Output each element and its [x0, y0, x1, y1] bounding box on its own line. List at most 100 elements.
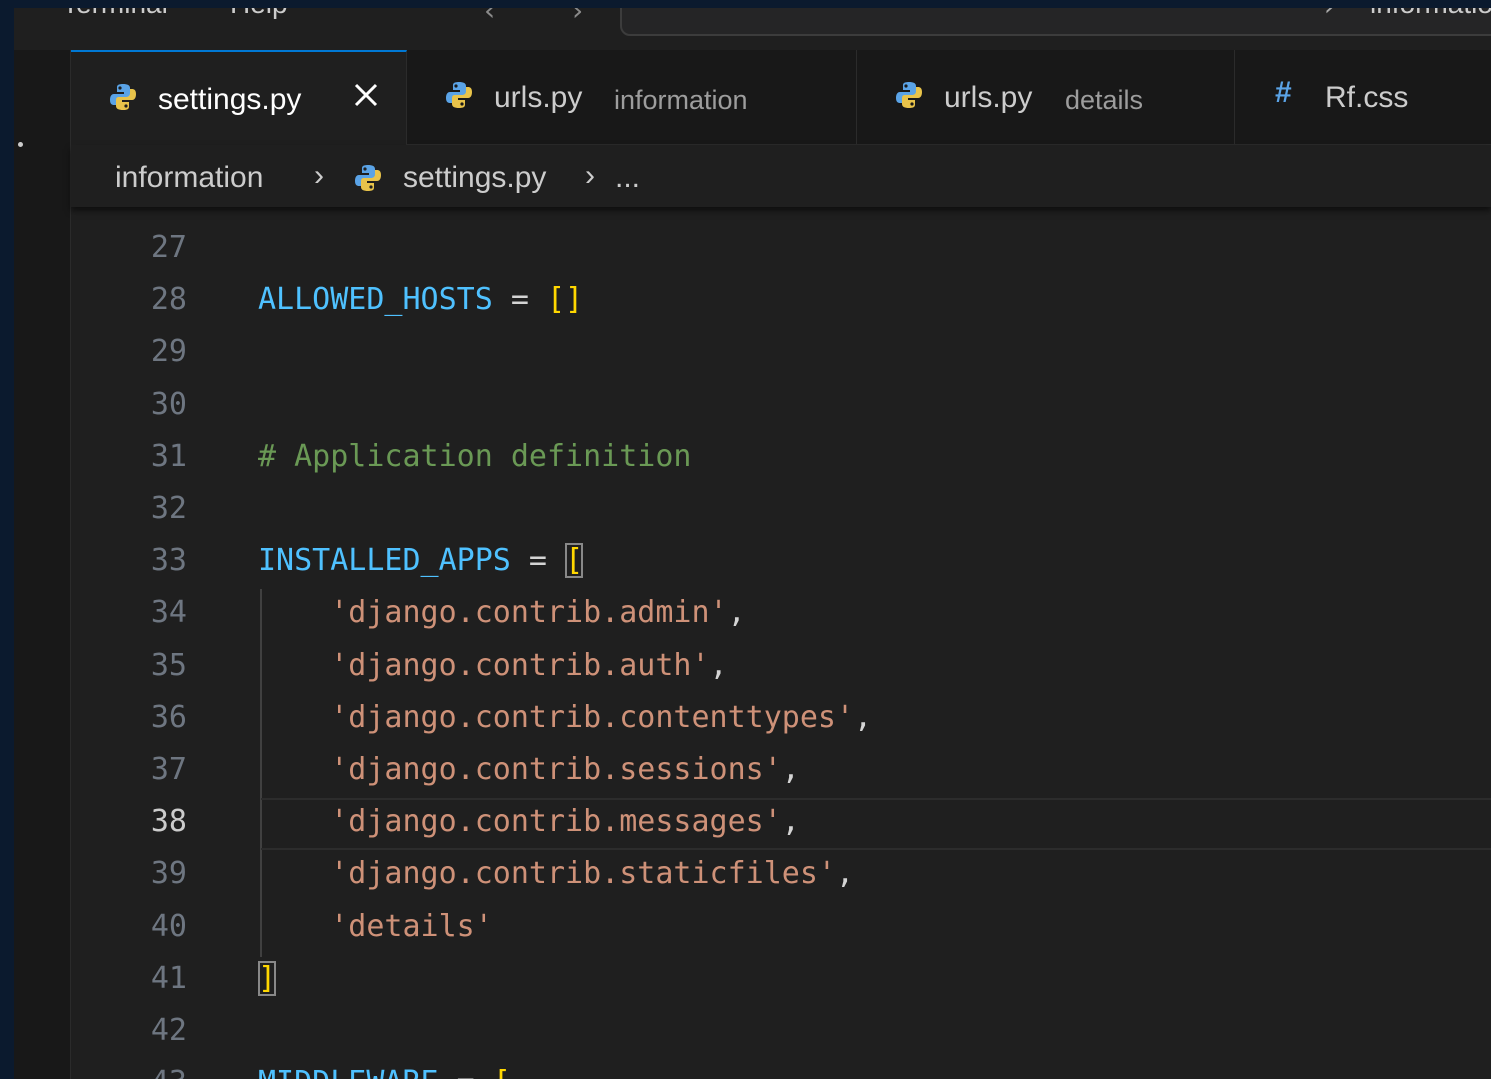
code-token: 'django.contrib.auth'	[330, 647, 710, 683]
code-token: ,	[727, 595, 746, 631]
forward-arrow-icon[interactable]: ›	[572, 8, 583, 27]
line-number: 43	[71, 1065, 187, 1079]
code-line[interactable]: 31 # Application definition	[71, 439, 1491, 491]
code-text: ALLOWED_HOSTS = []	[258, 282, 583, 317]
line-number: 33	[150, 543, 187, 579]
breadcrumb-folder[interactable]: information	[115, 161, 263, 195]
code-line[interactable]: 32	[71, 491, 1491, 543]
code-line[interactable]: 43 MIDDLEWARE = [	[71, 1065, 1491, 1079]
breadcrumb-more[interactable]: ...	[615, 161, 640, 195]
tab-rf-css[interactable]: # Rf.css	[1235, 50, 1491, 144]
line-number: 29	[150, 334, 187, 370]
code-text: 'django.contrib.staticfiles',	[258, 856, 854, 891]
code-token: =	[510, 543, 566, 579]
tab-urls-py-information[interactable]: urls.py information	[407, 50, 857, 144]
line-number: 35	[150, 647, 187, 683]
breadcrumb: information › settings.py › ...	[71, 145, 1491, 207]
code-text: # Application definition	[258, 439, 691, 474]
line-number: 40	[150, 908, 187, 944]
code-line[interactable]: 30	[71, 387, 1491, 439]
line-number: 30	[150, 386, 187, 422]
line-number: 32	[150, 491, 187, 526]
code-token: =	[439, 1065, 493, 1079]
command-center-search[interactable]	[620, 8, 1491, 36]
breadcrumb-file[interactable]: settings.py	[403, 161, 546, 195]
chevron-right-icon: ›	[585, 159, 595, 192]
code-line[interactable]: 33 INSTALLED_APPS = [	[71, 543, 1491, 595]
code-text: 'django.contrib.sessions',	[258, 752, 800, 787]
code-token: 'django.contrib.messages'	[330, 804, 782, 840]
line-number: 37	[150, 752, 187, 787]
tab-description: information	[614, 85, 748, 115]
code-line[interactable]: 29	[71, 334, 1491, 386]
code-text: 'django.contrib.auth',	[258, 647, 728, 683]
code-text: 'django.contrib.admin',	[258, 595, 746, 631]
code-line[interactable]: 41]	[71, 960, 1491, 1013]
code-token: # Application definition	[258, 438, 692, 474]
tab-label: settings.py	[158, 83, 302, 116]
code-line[interactable]: 42	[71, 1013, 1491, 1065]
menu-terminal[interactable]: Terminal	[62, 8, 168, 20]
tab-label: urls.py	[494, 81, 583, 114]
code-text: 'django.contrib.contenttypes',	[258, 700, 872, 735]
code-token: ,	[854, 699, 873, 735]
back-arrow-icon[interactable]: ‹	[484, 8, 495, 27]
code-text: 'django.contrib.messages',	[258, 804, 800, 839]
code-token: INSTALLED_APPS	[258, 543, 511, 579]
line-number: 42	[150, 1013, 187, 1048]
code-line[interactable]: 36 'django.contrib.contenttypes',	[71, 700, 1491, 752]
python-icon	[896, 82, 922, 108]
line-number: 31	[150, 438, 187, 474]
code-line[interactable]: 37 'django.contrib.sessions',	[71, 752, 1491, 804]
code-token: []	[547, 282, 584, 318]
code-token: =	[492, 282, 547, 318]
code-editor[interactable]: 27 28 ALLOWED_HOSTS = [] 29 30 31 # Applicatio…	[71, 207, 1491, 1079]
title-bar: Terminal Help ‹ › › information	[14, 8, 1491, 50]
tab-urls-py-details[interactable]: urls.py details	[857, 50, 1235, 144]
line-number: 39	[150, 856, 187, 892]
code-token: MIDDLEWARE	[258, 1065, 439, 1079]
line-number: 27	[150, 230, 187, 265]
python-icon	[355, 165, 381, 191]
editor-tab-bar: settings.py urls.py information urls.py …	[71, 50, 1491, 145]
line-number: 38	[150, 804, 187, 840]
code-line[interactable]: 38 'django.contrib.messages',	[71, 798, 1491, 856]
code-token: 'django.contrib.contenttypes'	[330, 699, 855, 735]
code-token: ,	[835, 856, 855, 892]
tab-label: urls.py	[944, 81, 1033, 114]
activity-dot-icon	[18, 142, 23, 147]
code-line[interactable]: 40 'details'	[71, 909, 1491, 961]
code-token: ]	[258, 960, 277, 996]
code-token: ,	[781, 804, 800, 840]
command-center-text[interactable]: information	[1370, 8, 1491, 20]
code-text: INSTALLED_APPS = [	[258, 543, 584, 579]
chevron-right-icon: ›	[314, 159, 324, 192]
code-line[interactable]: 34 'django.contrib.admin',	[71, 595, 1491, 647]
menu-help[interactable]: Help	[230, 8, 288, 20]
tab-settings-py[interactable]: settings.py	[71, 50, 407, 145]
code-token: 'details'	[330, 908, 493, 944]
code-token: ,	[709, 647, 728, 683]
code-line[interactable]: 39 'django.contrib.staticfiles',	[71, 856, 1491, 908]
code-line[interactable]: 35 'django.contrib.auth',	[71, 648, 1491, 700]
code-line[interactable]: 27	[71, 230, 1491, 282]
python-icon	[110, 84, 136, 110]
code-token: 'django.contrib.staticfiles'	[330, 856, 836, 892]
code-token: [	[565, 543, 584, 579]
code-token: ALLOWED_HOSTS	[258, 282, 493, 318]
code-line[interactable]: 28 ALLOWED_HOSTS = []	[71, 282, 1491, 334]
tab-label: Rf.css	[1325, 81, 1409, 114]
close-icon[interactable]	[351, 80, 381, 110]
code-text: MIDDLEWARE = [	[258, 1065, 511, 1079]
code-token: 'django.contrib.sessions'	[330, 752, 782, 787]
code-text: 'details'	[258, 909, 493, 944]
line-number: 34	[150, 595, 187, 631]
code-token: ,	[781, 752, 800, 787]
code-token: 'django.contrib.admin'	[330, 595, 728, 631]
